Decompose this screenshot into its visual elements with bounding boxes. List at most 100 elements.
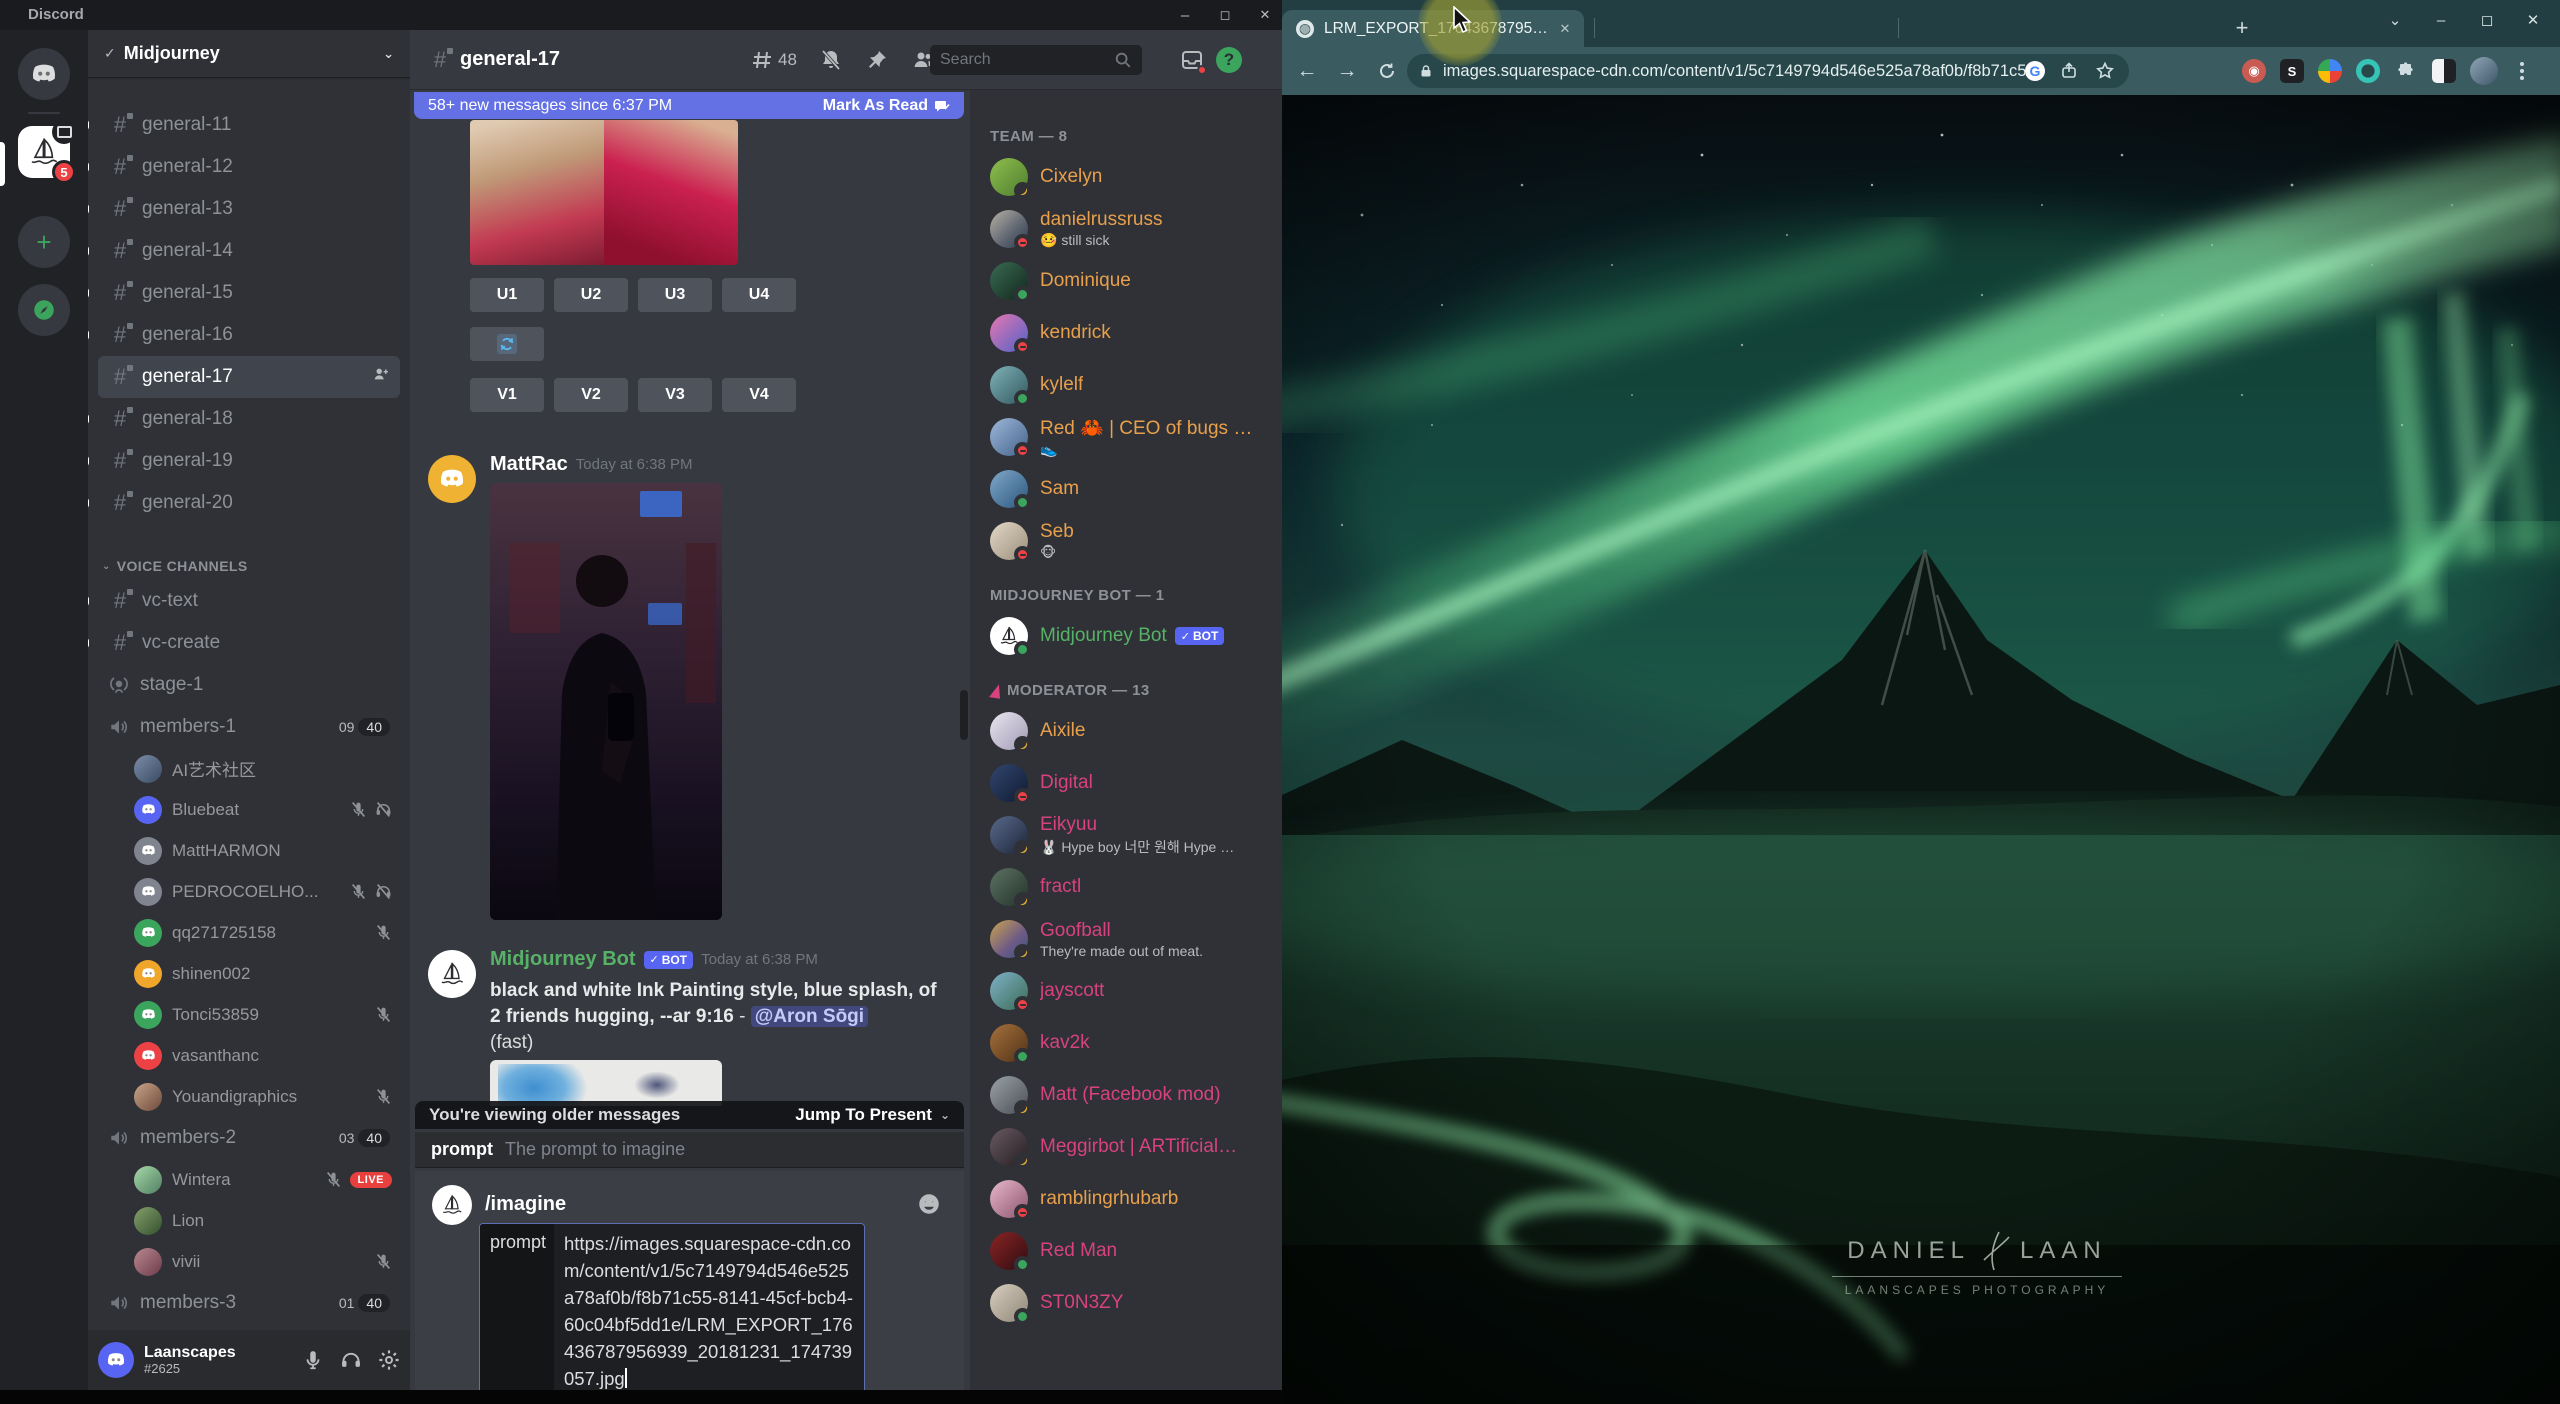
member-row[interactable]: Dominique: [986, 255, 1274, 307]
voice-member[interactable]: vasanthanc: [88, 1035, 410, 1076]
channel-item[interactable]: general-15: [88, 272, 400, 314]
member-row[interactable]: ramblingrhubarb: [986, 1173, 1274, 1225]
jump-to-present-button[interactable]: Jump To Present ⌄: [795, 1105, 950, 1125]
voice-channel-members-1[interactable]: members-1 09 40: [98, 706, 400, 748]
settings-gear-icon[interactable]: [378, 1349, 400, 1371]
extension-icon-s[interactable]: S: [2280, 59, 2304, 83]
member-row[interactable]: Meggirbot | ARTificial…: [986, 1121, 1274, 1173]
invite-members-icon[interactable]: [372, 365, 390, 389]
minimize-button[interactable]: [1176, 6, 1194, 24]
member-row[interactable]: kendrick: [986, 307, 1274, 359]
member-row[interactable]: Digital: [986, 757, 1274, 809]
user-avatar[interactable]: [98, 1342, 134, 1378]
channel-stage-1[interactable]: stage-1: [98, 664, 400, 706]
bookmark-star-icon[interactable]: [2093, 59, 2117, 83]
member-row[interactable]: kav2k: [986, 1017, 1274, 1069]
avatar[interactable]: [428, 950, 476, 998]
pinned-messages-icon[interactable]: [865, 48, 889, 72]
voice-channel-members-3[interactable]: members-3 01 40: [98, 1282, 400, 1324]
generated-image-preview[interactable]: [490, 1060, 722, 1106]
tab-search-chevron-icon[interactable]: ⌄: [2372, 11, 2418, 29]
member-row[interactable]: danielrussruss 🤒 still sick: [986, 203, 1274, 255]
command-autocomplete-row[interactable]: prompt The prompt to imagine: [415, 1132, 964, 1168]
url-text[interactable]: images.squarespace-cdn.com/content/v1/5c…: [1443, 62, 2025, 81]
variation-button[interactable]: V4: [722, 378, 796, 412]
back-button[interactable]: ←: [1292, 56, 1322, 86]
member-row[interactable]: Goofball They're made out of meat.: [986, 913, 1274, 965]
emoji-picker-icon[interactable]: [916, 1191, 942, 1217]
channel-item[interactable]: general-20: [88, 482, 400, 524]
command-option-input[interactable]: prompt https://images.squarespace-cdn.co…: [479, 1223, 865, 1390]
member-row[interactable]: Seb 🐵: [986, 515, 1274, 567]
voice-member[interactable]: Tonci53859: [88, 994, 410, 1035]
voice-channels-header[interactable]: ⌄ VOICE CHANNELS: [102, 558, 396, 574]
discord-home-button[interactable]: [18, 48, 70, 100]
server-header[interactable]: ✓ Midjourney ⌄: [88, 30, 410, 78]
voice-member[interactable]: vivii: [88, 1241, 410, 1282]
close-button[interactable]: [1256, 6, 1274, 24]
channel-vc-create[interactable]: vc-create: [88, 622, 400, 664]
voice-member[interactable]: Youandigraphics: [88, 1076, 410, 1117]
new-messages-banner[interactable]: 58+ new messages since 6:37 PM Mark As R…: [414, 92, 964, 119]
variation-button[interactable]: V1: [470, 378, 544, 412]
extensions-puzzle-icon[interactable]: [2394, 59, 2418, 83]
minimize-button[interactable]: –: [2418, 12, 2464, 29]
search-box[interactable]: [930, 44, 1142, 75]
upscale-button[interactable]: U3: [638, 278, 712, 312]
extension-icon-teal[interactable]: [2356, 59, 2380, 83]
voice-member[interactable]: shinen002: [88, 953, 410, 994]
option-value[interactable]: https://images.squarespace-cdn.com/conte…: [554, 1224, 864, 1390]
member-row[interactable]: jayscott: [986, 965, 1274, 1017]
upscale-button[interactable]: U2: [554, 278, 628, 312]
variation-button[interactable]: V3: [638, 378, 712, 412]
member-row[interactable]: Matt (Facebook mod): [986, 1069, 1274, 1121]
new-tab-button[interactable]: [2228, 14, 2256, 42]
message-author[interactable]: Midjourney Bot: [490, 948, 636, 971]
share-icon[interactable]: [2057, 59, 2081, 83]
voice-member[interactable]: AI艺术社区: [88, 748, 410, 789]
chat-scrollbar-thumb[interactable]: [960, 690, 968, 740]
midjourney-server-button[interactable]: 5: [18, 120, 76, 184]
close-button[interactable]: ✕: [2510, 11, 2556, 29]
attached-photo[interactable]: [490, 483, 722, 920]
extension-icon-color[interactable]: [2318, 59, 2342, 83]
maximize-button[interactable]: ◻: [2464, 11, 2510, 29]
help-button[interactable]: [1216, 46, 1242, 73]
address-bar[interactable]: images.squarespace-cdn.com/content/v1/5c…: [1407, 54, 2129, 88]
variation-button[interactable]: V2: [554, 378, 628, 412]
avatar[interactable]: [428, 455, 476, 503]
mic-icon[interactable]: [302, 1349, 324, 1371]
channel-item[interactable]: general-14: [88, 230, 400, 272]
voice-member[interactable]: PEDROCOELHO...: [88, 871, 410, 912]
channel-item[interactable]: general-12: [88, 146, 400, 188]
channel-item[interactable]: general-11: [88, 104, 400, 146]
voice-member[interactable]: Bluebeat: [88, 789, 410, 830]
channel-item[interactable]: general-16: [88, 314, 400, 356]
search-input[interactable]: [940, 50, 1100, 69]
voice-member[interactable]: qq271725158: [88, 912, 410, 953]
member-row[interactable]: Cixelyn: [986, 151, 1274, 203]
member-row[interactable]: Aixile: [986, 705, 1274, 757]
extension-icon-bw[interactable]: [2432, 59, 2456, 83]
channel-vc-text[interactable]: vc-text: [88, 580, 400, 622]
mark-as-read-button[interactable]: Mark As Read: [823, 97, 950, 115]
voice-member[interactable]: Wintera LIVE: [88, 1159, 410, 1200]
profile-avatar[interactable]: [2470, 57, 2498, 85]
tab-close-icon[interactable]: [1556, 20, 1574, 38]
member-row[interactable]: ST0N3ZY: [986, 1277, 1274, 1329]
midjourney-grid-image[interactable]: [470, 120, 738, 265]
explore-servers-button[interactable]: [18, 284, 70, 336]
member-row[interactable]: Midjourney Bot BOT: [986, 610, 1274, 662]
member-row[interactable]: Sam: [986, 463, 1274, 515]
google-lens-icon[interactable]: G: [2025, 61, 2045, 81]
extension-icon-red[interactable]: ◉: [2242, 59, 2266, 83]
member-row[interactable]: kylelf: [986, 359, 1274, 411]
inbox-button[interactable]: [1180, 48, 1207, 75]
voice-member[interactable]: Lion: [88, 1200, 410, 1241]
forward-button[interactable]: →: [1332, 56, 1362, 86]
message-author[interactable]: MattRac: [490, 453, 568, 476]
browser-menu-icon[interactable]: [2512, 62, 2532, 80]
channel-item[interactable]: general-13: [88, 188, 400, 230]
channel-item[interactable]: general-18: [88, 398, 400, 440]
member-row[interactable]: Red Man: [986, 1225, 1274, 1277]
